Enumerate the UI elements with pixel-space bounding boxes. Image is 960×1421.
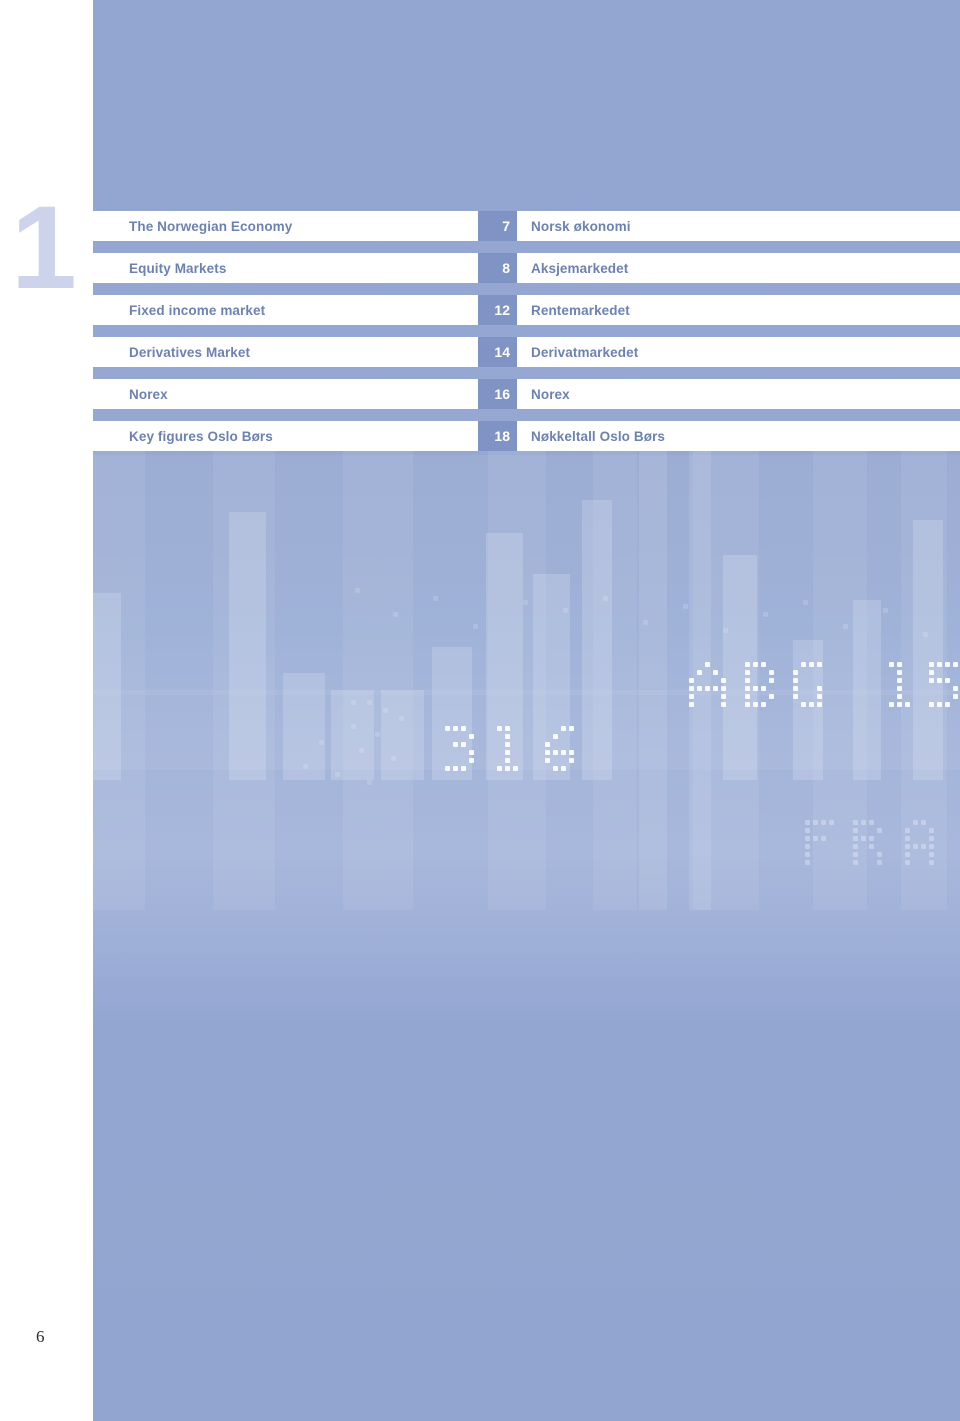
toc-row[interactable]: Fixed income market 12 Rentemarkedet [93,295,960,325]
toc-english-cell: Norex [93,379,478,409]
toc-english-label: The Norwegian Economy [129,218,293,234]
toc-english-cell: Derivatives Market [93,337,478,367]
toc-english-cell: Fixed income market [93,295,478,325]
toc-row[interactable]: The Norwegian Economy 7 Norsk økonomi [93,211,960,241]
toc-norwegian-label: Norsk økonomi [531,218,631,234]
toc-page-badge: 7 [478,211,517,241]
toc-norwegian-cell: Norex [517,379,960,409]
table-of-contents: The Norwegian Economy 7 Norsk økonomi Eq… [93,211,960,463]
toc-norwegian-cell: Derivatmarkedet [517,337,960,367]
toc-page-badge: 16 [478,379,517,409]
toc-english-cell: The Norwegian Economy [93,211,478,241]
toc-page-badge: 18 [478,421,517,451]
toc-english-label: Equity Markets [129,260,227,276]
toc-row[interactable]: Equity Markets 8 Aksjemarkedet [93,253,960,283]
toc-norwegian-cell: Nøkkeltall Oslo Børs [517,421,960,451]
toc-english-label: Norex [129,386,168,402]
toc-row[interactable]: Key figures Oslo Børs 18 Nøkkeltall Oslo… [93,421,960,451]
toc-english-label: Fixed income market [129,302,266,318]
toc-norwegian-cell: Aksjemarkedet [517,253,960,283]
toc-norwegian-label: Derivatmarkedet [531,344,639,360]
content-panel: The Norwegian Economy 7 Norsk økonomi Eq… [93,0,960,1421]
toc-page-badge: 12 [478,295,517,325]
toc-english-label: Derivatives Market [129,344,251,360]
toc-norwegian-cell: Rentemarkedet [517,295,960,325]
page-number-folio: 6 [36,1327,45,1346]
toc-norwegian-cell: Norsk økonomi [517,211,960,241]
toc-page-badge: 14 [478,337,517,367]
toc-english-label: Key figures Oslo Børs [129,428,273,444]
toc-english-cell: Equity Markets [93,253,478,283]
toc-row[interactable]: Norex 16 Norex [93,379,960,409]
chapter-number: 1 [11,182,77,314]
toc-norwegian-label: Norex [531,386,570,402]
toc-norwegian-label: Aksjemarkedet [531,260,629,276]
toc-norwegian-label: Nøkkeltall Oslo Børs [531,428,666,444]
toc-english-cell: Key figures Oslo Børs [93,421,478,451]
toc-row[interactable]: Derivatives Market 14 Derivatmarkedet [93,337,960,367]
toc-page-badge: 8 [478,253,517,283]
page-canvas: 1 6 The Norwegian Economy 7 Norsk økonom… [0,0,960,1421]
toc-norwegian-label: Rentemarkedet [531,302,630,318]
